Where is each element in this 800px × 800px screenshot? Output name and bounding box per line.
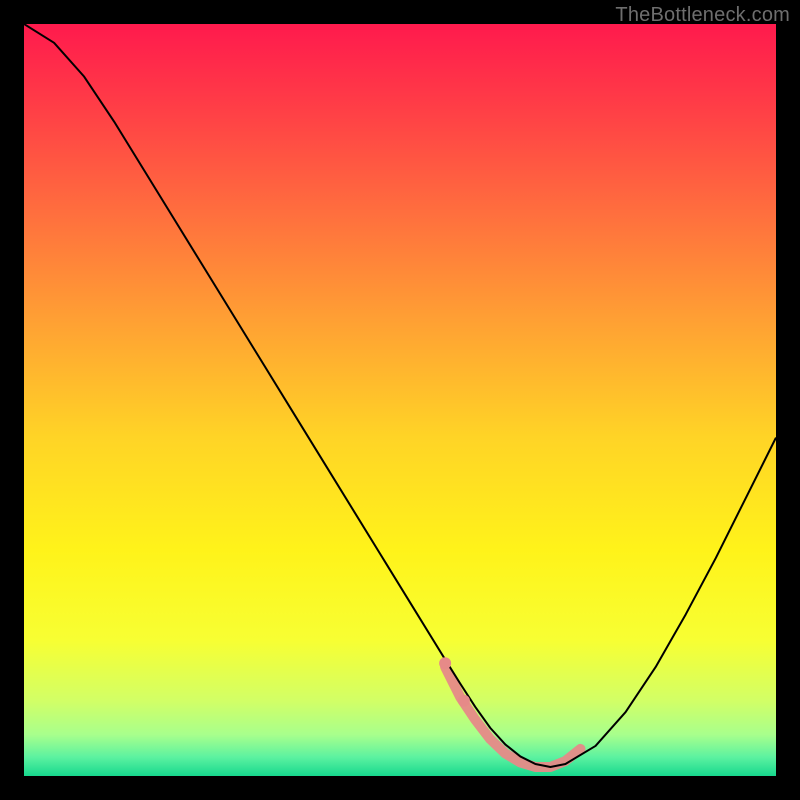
highlight-dot-0 [439,657,451,669]
highlight-dot-1 [458,695,470,707]
gradient-background [24,24,776,776]
chart-svg [24,24,776,776]
plot-area [24,24,776,776]
chart-container: TheBottleneck.com [0,0,800,800]
